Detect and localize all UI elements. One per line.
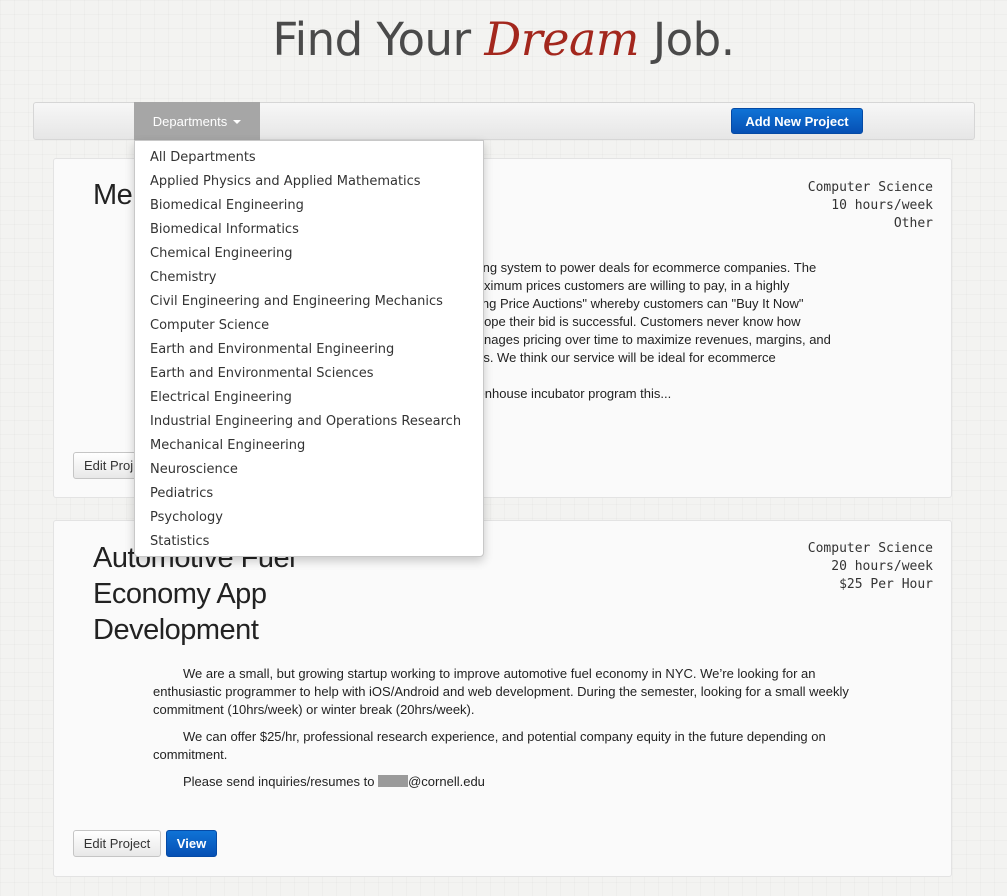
dropdown-item-computer-science[interactable]: Computer Science	[135, 314, 483, 338]
dropdown-item-electrical-engineering[interactable]: Electrical Engineering	[135, 386, 483, 410]
project-compensation: Other	[893, 216, 933, 231]
dropdown-item-chemistry[interactable]: Chemistry	[135, 266, 483, 290]
dropdown-item-mechanical-engineering[interactable]: Mechanical Engineering	[135, 434, 483, 458]
navbar: Departments Add New Project	[33, 102, 975, 140]
description-line: reenhouse incubator program this...	[466, 386, 672, 401]
add-new-project-button[interactable]: Add New Project	[731, 108, 863, 134]
project-compensation: $25 Per Hour	[839, 577, 933, 592]
dropdown-item-applied-physics[interactable]: Applied Physics and Applied Mathematics	[135, 170, 483, 194]
departments-dropdown-menu: All Departments Applied Physics and Appl…	[134, 140, 484, 557]
departments-label: Departments	[152, 113, 228, 129]
project-meta: Computer Science 20 hours/week $25 Per H…	[808, 540, 933, 594]
description-line: ilers. We think our service will be idea…	[466, 350, 776, 365]
dropdown-item-pediatrics[interactable]: Pediatrics	[135, 482, 483, 506]
description-paragraph: We are a small, but growing startup work…	[153, 666, 849, 717]
contact-prefix: Please send inquiries/resumes to	[183, 774, 379, 789]
project-department: Computer Science	[807, 541, 933, 556]
dropdown-item-statistics[interactable]: Statistics	[135, 530, 483, 554]
contact-suffix: @cornell.edu	[408, 774, 485, 789]
dropdown-item-chemical-engineering[interactable]: Chemical Engineering	[135, 242, 483, 266]
description-line: alling Price Auctions" whereby customers…	[466, 296, 804, 311]
redacted-email	[378, 775, 409, 787]
description-line: d hope their bid is successful. Customer…	[466, 314, 801, 329]
site-title: Find Your Dream Job.	[0, 12, 1007, 66]
description-paragraph: We can offer $25/hr, professional resear…	[153, 729, 826, 762]
description-line: maximum prices customers are willing to …	[466, 278, 790, 293]
dropdown-item-biomedical-engineering[interactable]: Biomedical Engineering	[135, 194, 483, 218]
project-department: Computer Science	[807, 180, 933, 195]
title-accent: Dream	[484, 12, 640, 66]
description-line: manages pricing over time to maximize re…	[466, 332, 831, 347]
view-button[interactable]: View	[166, 830, 217, 857]
project-title: Me	[93, 179, 133, 211]
project-meta: Computer Science 10 hours/week Other	[808, 179, 933, 233]
project-hours: 10 hours/week	[831, 198, 933, 213]
title-prefix: Find Your	[272, 13, 485, 66]
project-card: Automotive Fuel Economy App Development …	[53, 520, 952, 877]
dropdown-item-psychology[interactable]: Psychology	[135, 506, 483, 530]
project-description: We are a small, but growing startup work…	[153, 665, 853, 800]
dropdown-item-neuroscience[interactable]: Neuroscience	[135, 458, 483, 482]
title-line: Economy App	[93, 578, 267, 610]
departments-dropdown-toggle[interactable]: Departments	[134, 102, 260, 140]
title-suffix: Job.	[639, 13, 735, 66]
contact-line: Please send inquiries/resumes to @cornel…	[153, 773, 853, 791]
description-line: ricing system to power deals for ecommer…	[466, 260, 817, 275]
dropdown-item-earth-env-engineering[interactable]: Earth and Environmental Engineering	[135, 338, 483, 362]
dropdown-item-civil-engineering[interactable]: Civil Engineering and Engineering Mechan…	[135, 290, 483, 314]
dropdown-item-biomedical-informatics[interactable]: Biomedical Informatics	[135, 218, 483, 242]
dropdown-item-industrial-engineering[interactable]: Industrial Engineering and Operations Re…	[135, 410, 483, 434]
project-hours: 20 hours/week	[831, 559, 933, 574]
edit-project-button[interactable]: Edit Project	[73, 830, 161, 857]
project-description: ricing system to power deals for ecommer…	[466, 259, 886, 403]
dropdown-item-all-departments[interactable]: All Departments	[135, 146, 483, 170]
caret-down-icon	[233, 120, 242, 124]
title-line: Development	[93, 614, 259, 646]
dropdown-item-earth-env-sciences[interactable]: Earth and Environmental Sciences	[135, 362, 483, 386]
